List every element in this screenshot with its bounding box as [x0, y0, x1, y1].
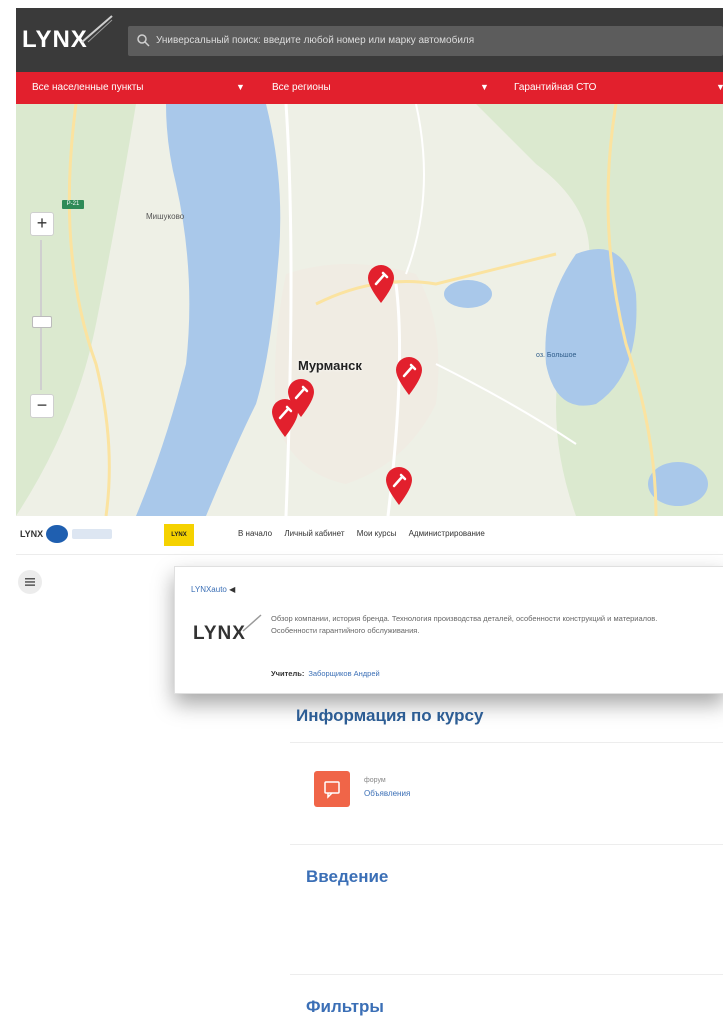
zoom-slider-handle[interactable] — [32, 316, 52, 328]
logo-feather-icon — [81, 15, 113, 43]
search-placeholder: Универсальный поиск: введите любой номер… — [156, 35, 475, 46]
forum-announcements-link[interactable]: Объявления — [364, 789, 410, 798]
filter-regions[interactable]: Все регионы — [272, 82, 331, 93]
chevron-down-icon[interactable]: ▼ — [480, 82, 489, 92]
menu-toggle-button[interactable] — [18, 570, 42, 594]
nav-account-link[interactable]: Личный кабинет — [284, 529, 344, 538]
zoom-slider[interactable] — [32, 240, 52, 390]
teacher-name-link[interactable]: Заборщиков Андрей — [308, 669, 379, 678]
zoom-control: + − — [30, 212, 54, 418]
megaphone-icon: ◀ — [229, 585, 236, 594]
course-info-title: Информация по курсу — [296, 706, 484, 725]
brand-logo-lynx[interactable]: LYNX — [20, 529, 43, 539]
map-view[interactable]: + − Р-21 Мишуково Мурманск оз. Большое — [16, 104, 723, 516]
brand-logo-blue[interactable] — [46, 525, 68, 543]
chat-bubble-icon — [324, 781, 340, 799]
forum-card: форум Объявления — [290, 742, 723, 835]
section-intro-title[interactable]: Введение — [306, 867, 388, 887]
popup-header-text: LYNXauto — [191, 585, 227, 594]
teacher-label: Учитель: — [271, 669, 305, 678]
search-input[interactable]: Универсальный поиск: введите любой номер… — [128, 26, 723, 56]
road-badge: Р-21 — [62, 200, 84, 209]
forum-icon[interactable] — [314, 771, 350, 807]
map-city-label: Мурманск — [298, 358, 362, 373]
map-lake-label: оз. Большое — [536, 352, 577, 359]
wrench-pin-icon[interactable] — [394, 356, 424, 396]
hamburger-icon — [25, 578, 35, 586]
top-nav: В начало Личный кабинет Мои курсы Админи… — [238, 529, 495, 538]
brand-logo-yellow[interactable]: LYNX — [164, 524, 194, 546]
partner-nav-strip: LYNX LYNX В начало Личный кабинет Мои ку… — [16, 516, 723, 555]
filter-warranty-sto[interactable]: Гарантийная СТО — [514, 82, 596, 93]
chevron-down-icon[interactable]: ▼ — [716, 82, 723, 92]
forum-type-label: форум — [364, 777, 386, 784]
course-teacher: Учитель: Заборщиков Андрей — [271, 669, 380, 678]
course-popup-card: LYNXauto ◀ LYNX Обзор компании, история … — [174, 566, 723, 694]
wrench-pin-icon[interactable] — [270, 398, 300, 438]
zoom-out-button[interactable]: − — [30, 394, 54, 418]
map-place-label: Мишуково — [146, 212, 185, 221]
nav-admin-link[interactable]: Администрирование — [409, 529, 485, 538]
lynx-logo[interactable]: LYNX — [22, 15, 113, 54]
zoom-in-button[interactable]: + — [30, 212, 54, 236]
popup-header-link[interactable]: LYNXauto ◀ — [191, 585, 235, 594]
filter-settlements[interactable]: Все населенные пункты — [32, 82, 143, 93]
logo-text: LYNX — [22, 26, 88, 53]
wrench-pin-icon[interactable] — [366, 264, 396, 304]
section-filters: Фильтры — [290, 974, 723, 1036]
section-filters-title[interactable]: Фильтры — [306, 997, 384, 1017]
top-header: LYNX Универсальный поиск: введите любой … — [16, 8, 723, 72]
brand-logo-mid[interactable] — [72, 529, 112, 539]
search-icon — [137, 34, 150, 47]
course-description: Обзор компании, история бренда. Технолог… — [271, 614, 658, 635]
page: LYNX Универсальный поиск: введите любой … — [0, 0, 723, 1036]
wrench-pin-icon[interactable] — [384, 466, 414, 506]
chevron-down-icon[interactable]: ▼ — [236, 82, 245, 92]
nav-my-courses-link[interactable]: Мои курсы — [357, 529, 397, 538]
map-canvas[interactable] — [16, 104, 723, 516]
nav-home-link[interactable]: В начало — [238, 529, 272, 538]
logo-feather-icon — [242, 614, 262, 632]
filter-bar: Все населенные пункты ▼ Все регионы ▼ Га… — [16, 72, 723, 104]
popup-lynx-logo: LYNX — [193, 623, 246, 644]
section-intro: Введение — [290, 844, 723, 963]
